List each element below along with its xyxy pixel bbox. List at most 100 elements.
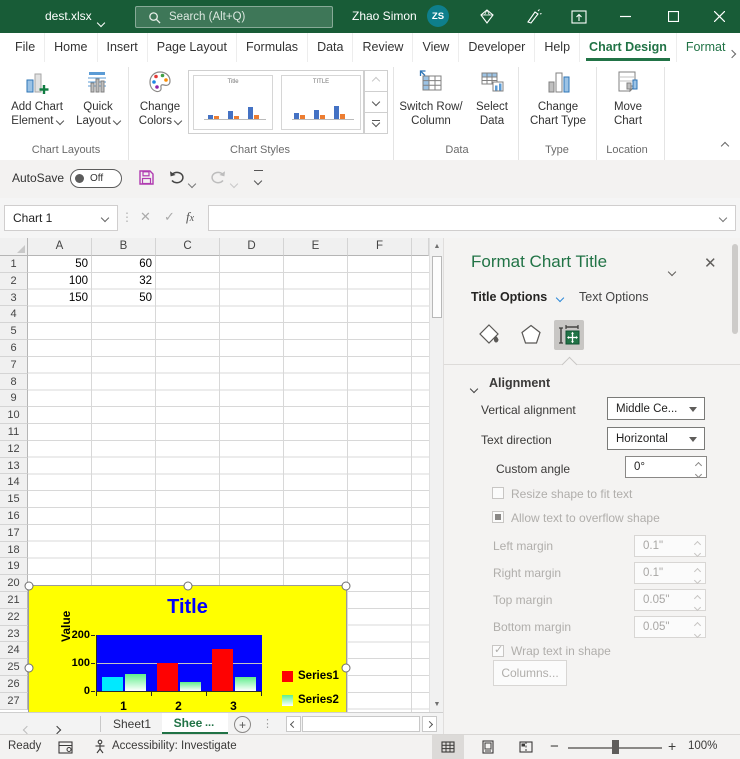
name-box-dropdown-icon[interactable] [101,214,109,222]
row-header-16[interactable]: 16 [0,508,28,525]
document-title[interactable]: dest.xlsx [45,9,92,23]
column-header-D[interactable]: D [220,238,284,256]
spinner-down-icon[interactable] [696,468,701,480]
tab-review[interactable]: Review [353,33,413,62]
gallery-scroll-down-button[interactable] [364,91,388,113]
row-header-23[interactable]: 23 [0,626,28,643]
macro-record-icon[interactable] [58,740,73,755]
change-colors-button[interactable]: Change Colors [132,66,188,144]
tab-developer[interactable]: Developer [459,33,535,62]
row-header-19[interactable]: 19 [0,558,28,575]
tab-page-layout[interactable]: Page Layout [148,33,237,62]
row-header-5[interactable]: 5 [0,323,28,340]
collapse-ribbon-icon[interactable] [722,136,728,154]
cell-value[interactable]: 50 [28,258,88,270]
tab-view[interactable]: View [413,33,459,62]
undo-icon[interactable] [168,169,185,186]
bar-series1-cat1[interactable] [102,677,123,691]
pane-options-dropdown-icon[interactable] [669,262,675,280]
row-header-27[interactable]: 27 [0,693,28,710]
formula-input[interactable] [208,205,736,231]
vertical-scroll-thumb[interactable] [432,256,442,318]
avatar[interactable]: ZS [427,5,449,27]
ribbon-display-options-icon[interactable] [570,8,588,26]
bar-series2-cat1[interactable] [125,674,146,691]
effects-icon[interactable] [516,320,546,350]
text-direction-dropdown[interactable]: Horizontal [607,427,705,450]
bar-series1-cat2[interactable] [157,663,178,691]
tab-file[interactable]: File [6,33,45,62]
size-properties-icon[interactable] [554,320,584,350]
tab-data[interactable]: Data [308,33,353,62]
tab-home[interactable]: Home [45,33,97,62]
cell-value[interactable]: 50 [92,292,152,304]
save-icon[interactable] [138,169,155,186]
add-chart-element-button[interactable]: Add Chart Element [6,66,68,144]
quick-layout-button[interactable]: Quick Layout [70,66,126,144]
select-all-corner[interactable] [0,238,28,256]
cell-value[interactable]: 32 [92,275,152,287]
row-header-6[interactable]: 6 [0,340,28,357]
switch-row-column-button[interactable]: Switch Row/ Column [398,66,464,144]
cell-value[interactable]: 60 [92,258,152,270]
accessibility-icon[interactable] [92,739,108,755]
cell-value[interactable]: 100 [28,275,88,287]
row-header-7[interactable]: 7 [0,357,28,374]
select-data-button[interactable]: Select Data [468,66,516,144]
column-header-B[interactable]: B [92,238,156,256]
user-name[interactable]: Zhao Simon [352,9,417,23]
column-header-E[interactable]: E [284,238,348,256]
tab-chart-design[interactable]: Chart Design [580,33,677,62]
selection-handle[interactable] [342,582,351,591]
scroll-down-button[interactable]: ▼ [430,696,443,712]
row-header-24[interactable]: 24 [0,642,28,659]
row-header-9[interactable]: 9 [0,390,28,407]
accessibility-status[interactable]: Accessibility: Investigate [112,740,237,752]
move-chart-button[interactable]: Move Chart [602,66,654,144]
normal-view-button[interactable] [432,735,464,759]
formula-bar-grip[interactable]: ⋮ [121,210,133,224]
gallery-more-button[interactable] [364,112,388,134]
sheet-tab-overflow[interactable]: ... [205,717,214,729]
maximize-button[interactable] [656,0,690,33]
draw-pen-icon[interactable] [524,8,542,26]
sheet-tab-sheet1[interactable]: Sheet1 [104,713,160,734]
pane-scroll-thumb[interactable] [732,244,738,334]
hscroll-right-icon[interactable] [422,716,437,732]
row-header-12[interactable]: 12 [0,441,28,458]
row-header-1[interactable]: 1 [0,256,28,273]
tab-text-options[interactable]: Text Options [579,290,648,304]
alignment-collapse-icon[interactable] [471,379,477,397]
row-header-2[interactable]: 2 [0,273,28,290]
tab-help[interactable]: Help [535,33,580,62]
chart-title[interactable]: Title [29,596,346,619]
premium-diamond-icon[interactable] [478,8,496,26]
document-caret-icon[interactable] [98,13,104,31]
vertical-scrollbar[interactable]: ▲ ▼ [429,238,443,712]
row-header-4[interactable]: 4 [0,306,28,323]
legend-item-series2[interactable]: Series2 [282,694,339,706]
row-header-22[interactable]: 22 [0,609,28,626]
custom-angle-spinner[interactable]: 0° [625,456,707,478]
row-header-10[interactable]: 10 [0,407,28,424]
zoom-in-icon[interactable]: + [668,738,676,754]
close-button[interactable] [702,0,736,33]
selection-handle[interactable] [25,664,34,673]
bar-series2-cat3[interactable] [235,677,256,691]
insert-function-icon[interactable]: fx [186,209,194,225]
tab-formulas[interactable]: Formulas [237,33,308,62]
gallery-scroll-up-button[interactable] [364,70,388,92]
tab-title-options[interactable]: Title Options [471,290,563,304]
chart-style-thumbnail-1[interactable]: Title [193,75,273,130]
horizontal-scroll-thumb[interactable] [302,716,420,732]
minimize-button[interactable] [608,0,642,33]
tab-insert[interactable]: Insert [98,33,148,62]
vertical-alignment-dropdown[interactable]: Middle Ce... [607,397,705,420]
legend-item-series1[interactable]: Series1 [282,670,339,682]
sheet-tab-active[interactable]: Shee [162,713,228,734]
cell-value[interactable]: 150 [28,292,88,304]
chart-style-thumbnail-2[interactable]: TITLE [281,75,361,130]
scroll-up-button[interactable]: ▲ [430,238,443,254]
zoom-out-icon[interactable]: − [550,738,559,755]
page-break-view-button[interactable] [510,735,542,759]
